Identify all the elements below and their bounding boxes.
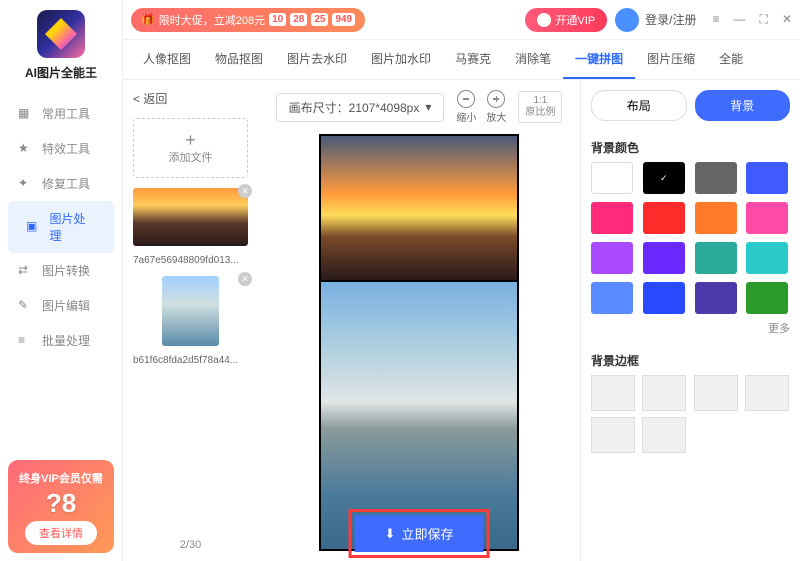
tab-图片加水印[interactable]: 图片加水印: [359, 40, 443, 79]
nav-effects[interactable]: ★特效工具: [0, 131, 122, 166]
zoom-out-button[interactable]: 缩小: [456, 90, 476, 124]
color-swatch[interactable]: [591, 162, 633, 194]
border-option[interactable]: [591, 375, 635, 411]
plus-icon: +: [185, 131, 196, 149]
color-swatch[interactable]: [746, 162, 788, 194]
color-swatch[interactable]: [695, 282, 737, 314]
mode-bg-button[interactable]: 背景: [695, 90, 791, 121]
border-option[interactable]: [642, 417, 686, 453]
color-swatch[interactable]: [643, 162, 685, 194]
border-option[interactable]: [642, 375, 686, 411]
thumb-1[interactable]: ✕: [133, 188, 248, 246]
border-option[interactable]: [591, 417, 635, 453]
add-file-button[interactable]: + 添加文件: [133, 118, 248, 178]
nav-convert[interactable]: ⇄图片转换: [0, 253, 122, 288]
close-icon[interactable]: ✕: [782, 12, 792, 27]
canvas-size-select[interactable]: 画布尺寸：2107*4098px▾: [276, 93, 445, 122]
color-swatch[interactable]: [643, 282, 685, 314]
zoom-in-button[interactable]: 放大: [486, 90, 506, 124]
canvas-preview[interactable]: [319, 134, 519, 551]
sale-banner[interactable]: 🎁限时大促，立减208元 10 28 25 949: [131, 8, 365, 32]
tab-消除笔[interactable]: 消除笔: [503, 40, 563, 79]
tab-人像抠图[interactable]: 人像抠图: [131, 40, 203, 79]
maximize-icon[interactable]: ⛶: [760, 12, 768, 27]
tab-全能[interactable]: 全能: [707, 40, 755, 79]
back-button[interactable]: < 返回: [133, 90, 248, 107]
thumb-2[interactable]: ✕: [133, 276, 248, 346]
ratio-button[interactable]: 1:1原比例: [518, 91, 562, 123]
border-option[interactable]: [694, 375, 738, 411]
chevron-down-icon: ▾: [425, 100, 431, 114]
tab-一键拼图[interactable]: 一键拼图: [563, 40, 635, 79]
tab-图片压缩[interactable]: 图片压缩: [635, 40, 707, 79]
vip-button[interactable]: 开通VIP: [525, 8, 607, 32]
tab-物品抠图[interactable]: 物品抠图: [203, 40, 275, 79]
tab-马赛克[interactable]: 马赛克: [443, 40, 503, 79]
tab-图片去水印[interactable]: 图片去水印: [275, 40, 359, 79]
canvas-image-1[interactable]: [321, 136, 517, 280]
nav-batch[interactable]: ≡批量处理: [0, 323, 122, 358]
pager: 2/30: [133, 539, 248, 551]
promo-card: 终身VIP会员仅需 ?8 查看详情: [8, 460, 114, 553]
color-swatch[interactable]: [591, 202, 633, 234]
save-button[interactable]: ⬇立即保存: [355, 515, 484, 552]
more-colors[interactable]: 更多: [591, 320, 790, 336]
minimize-icon[interactable]: —: [734, 12, 746, 27]
remove-thumb-icon[interactable]: ✕: [238, 272, 252, 286]
menu-icon[interactable]: ≡: [713, 12, 720, 27]
promo-button[interactable]: 查看详情: [25, 521, 97, 545]
color-swatch[interactable]: [746, 202, 788, 234]
bg-border-title: 背景边框: [591, 352, 790, 369]
app-logo: [37, 10, 85, 58]
nav-edit[interactable]: ✎图片编辑: [0, 288, 122, 323]
download-icon: ⬇: [385, 526, 396, 542]
color-swatch[interactable]: [643, 242, 685, 274]
color-swatch[interactable]: [591, 242, 633, 274]
file-name: 7a67e56948809fd013...: [133, 255, 248, 266]
color-swatch[interactable]: [695, 202, 737, 234]
mode-layout-button[interactable]: 布局: [591, 90, 687, 121]
file-name: b61f6c8fda2d5f78a44...: [133, 355, 248, 366]
color-swatch[interactable]: [591, 282, 633, 314]
login-link[interactable]: 登录/注册: [615, 8, 696, 32]
nav-common[interactable]: ▦常用工具: [0, 96, 122, 131]
nav-image-process[interactable]: ▣图片处理: [8, 201, 114, 253]
app-name: AI图片全能王: [25, 64, 97, 81]
nav-repair[interactable]: ✦修复工具: [0, 166, 122, 201]
avatar-icon: [615, 8, 639, 32]
bg-color-title: 背景颜色: [591, 139, 790, 156]
color-swatch[interactable]: [695, 242, 737, 274]
color-swatch[interactable]: [746, 242, 788, 274]
border-option[interactable]: [745, 375, 789, 411]
remove-thumb-icon[interactable]: ✕: [238, 184, 252, 198]
color-swatch[interactable]: [695, 162, 737, 194]
color-swatch[interactable]: [746, 282, 788, 314]
color-swatch[interactable]: [643, 202, 685, 234]
